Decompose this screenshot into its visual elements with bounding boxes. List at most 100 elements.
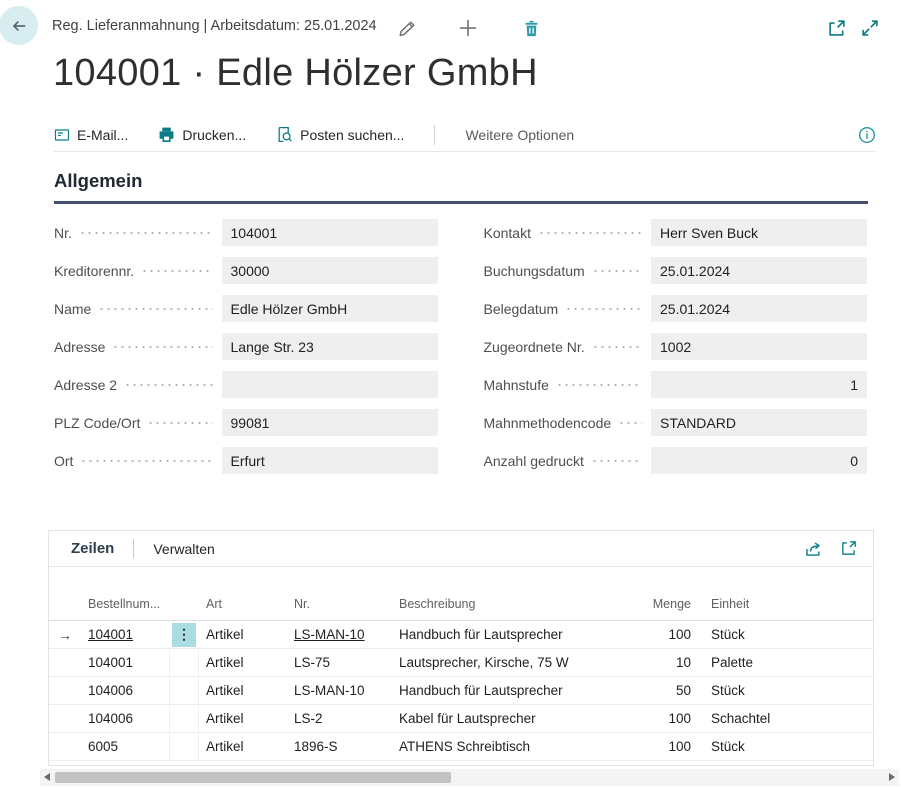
more-options-button[interactable]: Weitere Optionen — [465, 127, 574, 143]
field-value[interactable]: 1 — [651, 371, 867, 398]
table-row[interactable]: 104006 Artikel LS-2 Kabel für Lautsprech… — [49, 705, 873, 733]
print-button[interactable]: Drucken... — [158, 126, 246, 143]
cell-nr[interactable]: LS-MAN-10 — [287, 683, 392, 698]
printer-icon — [158, 126, 175, 143]
form-field: Ort Erfurt — [54, 447, 438, 474]
field-value[interactable]: 30000 — [222, 257, 438, 284]
col-art-header[interactable]: Art — [199, 597, 287, 611]
lines-popout-button[interactable] — [840, 539, 858, 558]
table-row[interactable]: 104001 Artikel LS-75 Lautsprecher, Kirsc… — [49, 649, 873, 677]
table-row[interactable]: 6005 Artikel 1896-S ATHENS Schreibtisch … — [49, 733, 873, 761]
field-value[interactable]: 25.01.2024 — [651, 295, 867, 322]
form-field: Zugeordnete Nr. 1002 — [484, 333, 868, 360]
cell-nr[interactable]: LS-MAN-10 — [287, 627, 392, 642]
col-nr-header[interactable]: Nr. — [287, 597, 392, 611]
cell-einheit[interactable]: Schachtel — [691, 711, 873, 726]
cell-beschreibung[interactable]: Kabel für Lautsprecher — [392, 711, 623, 726]
cell-menge[interactable]: 10 — [623, 655, 691, 670]
new-button[interactable] — [457, 17, 479, 39]
back-button[interactable] — [0, 6, 38, 45]
open-in-new-window-button[interactable] — [826, 17, 848, 39]
col-menge-header[interactable]: Menge — [623, 597, 691, 611]
field-label: Name — [54, 301, 91, 317]
field-value[interactable]: STANDARD — [651, 409, 867, 436]
cell-context-menu: ⋮ — [169, 621, 199, 648]
field-value[interactable]: 1002 — [651, 333, 867, 360]
field-value[interactable]: 25.01.2024 — [651, 257, 867, 284]
cell-beschreibung[interactable]: ATHENS Schreibtisch — [392, 739, 623, 754]
field-value[interactable]: 99081 — [222, 409, 438, 436]
cell-menge[interactable]: 100 — [623, 739, 691, 754]
cell-bestellnummer[interactable]: 104006 — [81, 711, 169, 726]
edit-button[interactable] — [396, 17, 418, 39]
horizontal-scrollbar[interactable] — [40, 769, 899, 786]
share-button[interactable] — [804, 539, 823, 558]
find-entries-label: Posten suchen... — [300, 127, 404, 143]
cell-beschreibung[interactable]: Lautsprecher, Kirsche, 75 W — [392, 655, 623, 670]
form-field: PLZ Code/Ort 99081 — [54, 409, 438, 436]
field-label: Kreditorennr. — [54, 263, 134, 279]
field-value[interactable]: Lange Str. 23 — [222, 333, 438, 360]
scroll-right-arrow[interactable] — [889, 773, 895, 781]
col-beschreibung-header[interactable]: Beschreibung — [392, 597, 623, 611]
cell-nr[interactable]: LS-75 — [287, 655, 392, 670]
scrollbar-thumb[interactable] — [55, 772, 451, 783]
form-field: Mahnmethodencode STANDARD — [484, 409, 868, 436]
form-field: Nr. 104001 — [54, 219, 438, 246]
cell-bestellnummer[interactable]: 104006 — [81, 683, 169, 698]
row-context-menu-button[interactable]: ⋮ — [172, 623, 196, 647]
cell-menge[interactable]: 100 — [623, 711, 691, 726]
cell-art[interactable]: Artikel — [199, 627, 287, 642]
cell-einheit[interactable]: Stück — [691, 739, 873, 754]
find-entries-button[interactable]: Posten suchen... — [276, 126, 404, 143]
email-button[interactable]: E-Mail... — [54, 127, 128, 143]
col-bestellnummer-header[interactable]: Bestellnum... — [81, 597, 169, 611]
cell-beschreibung[interactable]: Handbuch für Lautsprecher — [392, 683, 623, 698]
cell-nr[interactable]: 1896-S — [287, 739, 392, 754]
tab-zeilen[interactable]: Zeilen — [71, 540, 114, 557]
delete-button[interactable] — [520, 17, 542, 39]
share-icon — [804, 539, 823, 558]
cell-art[interactable]: Artikel — [199, 711, 287, 726]
field-value[interactable]: 104001 — [222, 219, 438, 246]
cell-einheit[interactable]: Palette — [691, 655, 873, 670]
field-value[interactable]: Edle Hölzer GmbH — [222, 295, 438, 322]
action-toolbar: E-Mail... Drucken... Posten suchen... — [54, 118, 876, 152]
dotted-leader — [538, 232, 642, 234]
field-label: Adresse 2 — [54, 377, 117, 393]
field-label: Mahnstufe — [484, 377, 549, 393]
cell-bestellnummer[interactable]: 104001 — [81, 655, 169, 670]
cell-menge[interactable]: 100 — [623, 627, 691, 642]
cell-nr[interactable]: LS-2 — [287, 711, 392, 726]
dotted-leader — [124, 384, 212, 386]
form-field: Adresse Lange Str. 23 — [54, 333, 438, 360]
field-label: Belegdatum — [484, 301, 559, 317]
cell-einheit[interactable]: Stück — [691, 683, 873, 698]
field-value[interactable]: Erfurt — [222, 447, 438, 474]
dotted-leader — [618, 422, 642, 424]
cell-art[interactable]: Artikel — [199, 683, 287, 698]
scroll-left-arrow[interactable] — [44, 773, 50, 781]
field-value[interactable]: 0 — [651, 447, 867, 474]
cell-bestellnummer[interactable]: 104001 — [81, 627, 169, 642]
fullscreen-button[interactable] — [859, 17, 881, 39]
cell-einheit[interactable]: Stück — [691, 627, 873, 642]
cell-art[interactable]: Artikel — [199, 739, 287, 754]
form-column-left: Nr. 104001 Kreditorennr. 30000 Name Edle… — [54, 219, 438, 485]
field-value[interactable]: Herr Sven Buck — [651, 219, 867, 246]
cell-bestellnummer[interactable]: 6005 — [81, 739, 169, 754]
field-value[interactable] — [222, 371, 438, 398]
table-row[interactable]: → 104001 ⋮ Artikel LS-MAN-10 Handbuch fü… — [49, 621, 873, 649]
cell-art[interactable]: Artikel — [199, 655, 287, 670]
cell-menge[interactable]: 50 — [623, 683, 691, 698]
manage-menu-button[interactable]: Verwalten — [153, 541, 214, 557]
table-row[interactable]: 104006 Artikel LS-MAN-10 Handbuch für La… — [49, 677, 873, 705]
info-button[interactable] — [858, 126, 876, 144]
lines-table-body: → 104001 ⋮ Artikel LS-MAN-10 Handbuch fü… — [49, 621, 873, 761]
email-icon — [54, 127, 70, 143]
cell-context-menu — [169, 677, 199, 704]
cell-beschreibung[interactable]: Handbuch für Lautsprecher — [392, 627, 623, 642]
form-column-right: Kontakt Herr Sven Buck Buchungsdatum 25.… — [484, 219, 868, 485]
col-einheit-header[interactable]: Einheit — [691, 597, 873, 611]
cell-context-menu — [169, 649, 199, 676]
